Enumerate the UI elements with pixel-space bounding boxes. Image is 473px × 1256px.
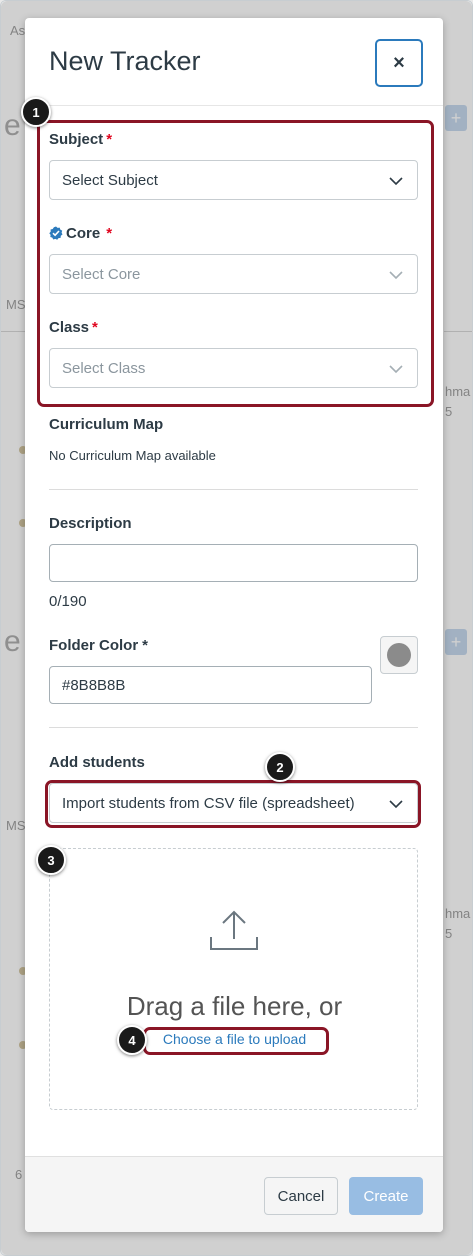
- annotation-highlight-1: [37, 120, 434, 407]
- description-counter: 0/190: [49, 593, 87, 610]
- annotation-badge-3: 3: [36, 845, 66, 875]
- close-button[interactable]: ×: [375, 39, 423, 87]
- file-dropzone[interactable]: Drag a file here, or Choose a file to up…: [49, 848, 418, 1110]
- modal-header: New Tracker ×: [25, 18, 443, 106]
- modal-footer: Cancel Create: [25, 1156, 443, 1232]
- upload-icon: [210, 910, 258, 950]
- color-swatch-icon: [387, 643, 411, 667]
- folder-color-label: Folder Color *: [49, 637, 149, 654]
- add-students-label: Add students: [49, 754, 145, 771]
- cancel-button[interactable]: Cancel: [264, 1177, 338, 1215]
- required-mark: *: [142, 637, 149, 654]
- annotation-highlight-4: [143, 1027, 329, 1055]
- curriculum-map-value: No Curriculum Map available: [49, 448, 216, 463]
- section-divider: [49, 489, 418, 490]
- annotation-badge-4: 4: [117, 1025, 147, 1055]
- folder-color-input[interactable]: #8B8B8B: [49, 666, 372, 704]
- annotation-highlight-2: [45, 780, 421, 828]
- description-label: Description: [49, 515, 132, 532]
- section-divider: [49, 727, 418, 728]
- drag-file-text: Drag a file here, or: [126, 991, 343, 1021]
- create-button[interactable]: Create: [349, 1177, 423, 1215]
- description-input[interactable]: [49, 544, 418, 582]
- curriculum-map-label: Curriculum Map: [49, 416, 164, 433]
- color-picker-button[interactable]: [380, 636, 418, 674]
- annotation-badge-1: 1: [21, 97, 51, 127]
- close-icon: ×: [393, 51, 405, 74]
- modal-title: New Tracker: [49, 46, 201, 76]
- annotation-badge-2: 2: [265, 752, 295, 782]
